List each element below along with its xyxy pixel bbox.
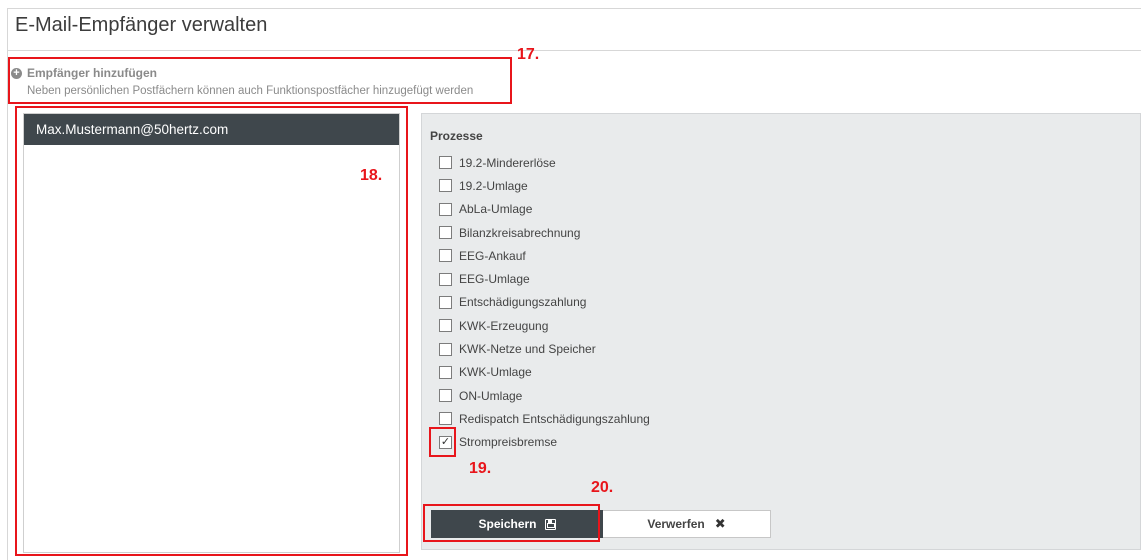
process-label: ON-Umlage bbox=[459, 388, 523, 403]
discard-button[interactable]: Verwerfen ✖ bbox=[603, 510, 771, 538]
annotation-box-19 bbox=[429, 427, 456, 457]
process-item: Redispatch Entschädigungszahlung bbox=[439, 407, 650, 430]
process-label: Bilanzkreisabrechnung bbox=[459, 225, 581, 240]
process-item: ✓ Strompreisbremse bbox=[439, 431, 650, 454]
process-checkbox[interactable] bbox=[439, 179, 452, 193]
process-item: KWK-Umlage bbox=[439, 361, 650, 384]
process-label: Entschädigungszahlung bbox=[459, 295, 587, 310]
process-label: KWK-Umlage bbox=[459, 365, 532, 380]
processes-heading: Prozesse bbox=[430, 129, 483, 143]
process-checkbox[interactable] bbox=[439, 156, 452, 170]
process-label: 19.2-Umlage bbox=[459, 178, 528, 193]
process-panel: Prozesse 19.2-Mindererlöse 19.2-Umlage A… bbox=[421, 113, 1141, 550]
process-item: 19.2-Umlage bbox=[439, 174, 650, 197]
annotation-number-18: 18. bbox=[360, 167, 383, 184]
process-checkbox[interactable] bbox=[439, 319, 452, 333]
process-item: KWK-Netze und Speicher bbox=[439, 337, 650, 360]
process-label: KWK-Erzeugung bbox=[459, 318, 549, 333]
annotation-number-19: 19. bbox=[469, 460, 492, 477]
process-item: Entschädigungszahlung bbox=[439, 291, 650, 314]
process-item: KWK-Erzeugung bbox=[439, 314, 650, 337]
process-item: EEG-Umlage bbox=[439, 267, 650, 290]
process-item: 19.2-Mindererlöse bbox=[439, 151, 650, 174]
process-label: Strompreisbremse bbox=[459, 435, 558, 450]
process-checkbox[interactable] bbox=[439, 389, 452, 403]
discard-button-label: Verwerfen bbox=[647, 517, 705, 531]
page-title: E-Mail-Empfänger verwalten bbox=[15, 14, 268, 36]
process-list: 19.2-Mindererlöse 19.2-Umlage AbLa-Umlag… bbox=[439, 151, 650, 454]
process-item: EEG-Ankauf bbox=[439, 244, 650, 267]
process-checkbox[interactable] bbox=[439, 202, 452, 216]
process-label: KWK-Netze und Speicher bbox=[459, 342, 596, 357]
title-divider bbox=[8, 50, 1141, 51]
process-checkbox[interactable] bbox=[439, 295, 452, 309]
annotation-box-20 bbox=[423, 504, 600, 542]
process-item: AbLa-Umlage bbox=[439, 198, 650, 221]
annotation-number-20: 20. bbox=[591, 479, 614, 496]
process-checkbox[interactable] bbox=[439, 226, 452, 240]
process-label: EEG-Umlage bbox=[459, 272, 530, 287]
process-checkbox[interactable] bbox=[439, 412, 452, 426]
process-checkbox[interactable] bbox=[439, 342, 452, 356]
annotation-box-18 bbox=[15, 106, 408, 556]
process-checkbox[interactable] bbox=[439, 365, 452, 379]
close-icon: ✖ bbox=[714, 516, 726, 531]
process-label: EEG-Ankauf bbox=[459, 248, 526, 263]
process-item: Bilanzkreisabrechnung bbox=[439, 221, 650, 244]
process-label: Redispatch Entschädigungszahlung bbox=[459, 411, 650, 426]
process-checkbox[interactable] bbox=[439, 272, 452, 286]
annotation-number-17: 17. bbox=[517, 46, 540, 63]
process-label: 19.2-Mindererlöse bbox=[459, 155, 556, 170]
process-checkbox[interactable] bbox=[439, 249, 452, 263]
process-label: AbLa-Umlage bbox=[459, 202, 533, 217]
annotation-box-17 bbox=[8, 57, 512, 104]
process-item: ON-Umlage bbox=[439, 384, 650, 407]
